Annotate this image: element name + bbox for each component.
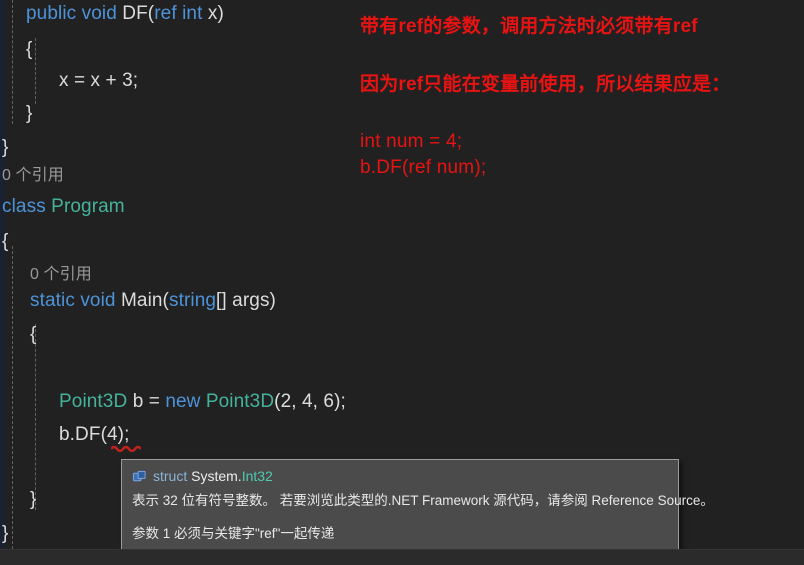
code-line-df-call: b.DF(4);: [59, 424, 130, 445]
token-type-point3d: Point3D: [59, 391, 133, 412]
token-keyword-string: string: [168, 290, 217, 311]
code-line-point3d-declaration: Point3D b = new Point3D(2, 4, 6);: [59, 392, 346, 412]
code-line-outer-close-brace: }: [2, 137, 9, 158]
annotation-ref-usage: 因为ref只能在变量前使用，所以结果应是：: [360, 74, 731, 95]
code-line-assignment: x = x + 3;: [59, 70, 139, 91]
codelens-class-references[interactable]: 0 个引用: [2, 166, 64, 186]
token-operator-equals: =: [148, 391, 166, 412]
code-line-method-open-brace: {: [26, 39, 33, 60]
annotation-ref-parameter: 带有ref的参数，调用方法时必须带有ref: [360, 16, 698, 37]
token-keyword-class: class: [2, 196, 52, 217]
token-keyword-static-void: static void: [30, 290, 121, 311]
codelens-main-references[interactable]: 0 个引用: [30, 265, 92, 285]
token-keyword-public-void: public void: [26, 3, 123, 24]
code-line-main-open-brace: {: [30, 324, 37, 345]
code-line-class-declaration: class Program: [2, 197, 125, 217]
code-line-class-close-brace: }: [2, 523, 9, 544]
tooltip-type-name: Int32: [241, 468, 273, 484]
code-line-method-close-brace: }: [26, 103, 33, 124]
tooltip-description: 表示 32 位有符号整数。 若要浏览此类型的.NET Framework 源代码…: [132, 493, 714, 508]
struct-icon: [132, 470, 146, 482]
token-method-name-main: Main(: [120, 290, 169, 311]
token-keyword-ref-int: ref int: [154, 3, 208, 24]
token-method-name-df: DF(: [122, 3, 155, 24]
code-editor-screenshot: public void DF(ref int x) { x = x + 3; }…: [0, 0, 804, 565]
token-type-program: Program: [51, 196, 125, 217]
tooltip-signature-row: struct System. Int32: [132, 467, 668, 486]
token-keyword-new: new: [165, 391, 206, 412]
token-param-args: [] args): [216, 290, 276, 311]
quick-info-tooltip: struct System. Int32 表示 32 位有符号整数。 若要浏览此类…: [121, 459, 714, 554]
code-line-main-close-brace: }: [30, 489, 37, 510]
token-ctor-args: (2, 4, 6);: [274, 391, 346, 412]
tooltip-error-message: 参数 1 必须与关键字"ref"一起传递: [132, 526, 335, 541]
code-line-class-open-brace: {: [2, 231, 9, 252]
editor-bottom-band: [0, 549, 804, 565]
error-squiggle-icon: [111, 445, 141, 452]
code-line-method-signature: public void DF(ref int x): [26, 4, 224, 24]
annotation-code-bdf-ref: b.DF(ref num);: [360, 157, 487, 178]
token-param-x: x): [207, 3, 224, 24]
tooltip-keyword-struct: struct: [153, 468, 192, 484]
token-type-point3d-ctor: Point3D: [205, 391, 275, 412]
code-line-main-signature: static void Main(string[] args): [30, 291, 276, 311]
token-variable-b: b: [132, 391, 149, 412]
tooltip-namespace: System.: [191, 468, 242, 484]
annotation-code-int-num: int num = 4;: [360, 131, 463, 152]
